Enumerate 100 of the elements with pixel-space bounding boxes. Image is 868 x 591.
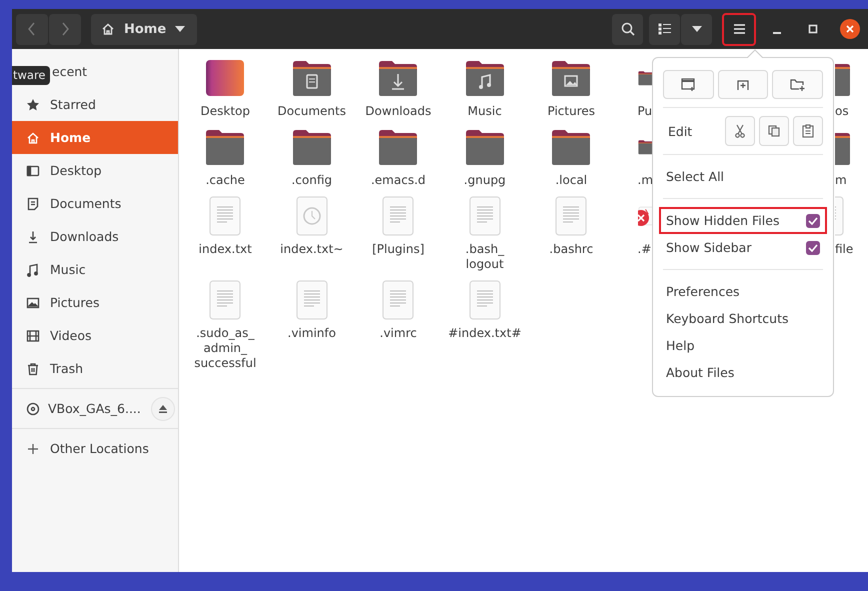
trash-icon xyxy=(26,362,40,376)
desktop-icon xyxy=(26,164,40,178)
home-icon xyxy=(26,130,40,144)
folder-icon xyxy=(292,59,332,97)
checkbox[interactable] xyxy=(806,214,820,228)
sidebar-item[interactable]: Desktop xyxy=(12,154,178,187)
scissors-icon xyxy=(735,124,745,138)
sidebar-item[interactable]: Home xyxy=(12,121,178,154)
file-name[interactable]: .bash_ logout xyxy=(465,242,504,272)
file-name[interactable]: os xyxy=(835,104,868,119)
file-name[interactable]: Pu xyxy=(638,104,653,119)
home-icon xyxy=(101,22,115,36)
sidebar-item[interactable]: tware ecent xyxy=(12,55,178,88)
file-name[interactable]: .viminfo xyxy=(288,326,336,341)
close-button[interactable] xyxy=(840,19,860,39)
star-icon xyxy=(26,98,40,112)
text-file-icon xyxy=(468,280,502,320)
window-icon xyxy=(681,78,696,91)
file-name[interactable]: Desktop xyxy=(200,104,250,119)
menu-button[interactable] xyxy=(722,12,756,46)
folder-icon xyxy=(378,128,418,166)
sidebar-item[interactable]: Pictures xyxy=(12,286,178,319)
menu-item[interactable]: Preferences xyxy=(659,278,827,305)
text-file-icon xyxy=(381,196,416,236)
text-file-icon xyxy=(468,196,502,236)
paste-button[interactable] xyxy=(793,116,823,146)
dropdown-arrow-icon xyxy=(175,26,186,32)
sidebar-item[interactable]: Documents xyxy=(12,187,178,220)
file-name[interactable]: #index.txt# xyxy=(448,326,522,341)
copy-button[interactable] xyxy=(759,116,789,146)
file-name[interactable]: .# xyxy=(638,242,653,257)
file-name[interactable]: .bashrc xyxy=(549,242,594,257)
text-file-icon xyxy=(208,196,242,236)
path-button[interactable]: Home xyxy=(91,14,198,44)
view-options-button[interactable] xyxy=(681,14,712,44)
file-name[interactable]: Pictures xyxy=(547,104,596,119)
close-icon xyxy=(846,25,854,33)
new-tab-button[interactable] xyxy=(718,70,768,99)
document-icon xyxy=(26,196,40,210)
tab-plus-icon xyxy=(736,78,750,90)
cut-button[interactable] xyxy=(725,116,755,146)
desktop-folder-icon xyxy=(205,59,246,97)
folder-icon xyxy=(464,59,505,97)
file-name[interactable]: .local xyxy=(555,173,588,188)
file-name[interactable]: .m xyxy=(638,173,653,188)
folder-icon xyxy=(551,59,592,97)
sidebar-item[interactable]: Downloads xyxy=(12,220,178,253)
sidebar-item[interactable]: Videos xyxy=(12,319,178,352)
file-name[interactable]: index.txt xyxy=(198,242,252,257)
checkbox[interactable] xyxy=(806,240,820,254)
disc-icon xyxy=(26,402,40,416)
menu-item[interactable]: About Files xyxy=(659,359,827,386)
file-name[interactable]: .gnupg xyxy=(464,173,506,188)
eject-icon xyxy=(158,404,167,412)
new-folder-button[interactable] xyxy=(772,70,824,99)
menu-item[interactable]: Show Hidden Files xyxy=(659,207,827,234)
sidebar-item[interactable]: Music xyxy=(12,253,178,286)
menu-item[interactable]: Keyboard Shortcuts xyxy=(659,305,827,332)
list-view-button[interactable] xyxy=(649,14,680,44)
folder-plus-icon xyxy=(790,78,806,90)
file-name[interactable]: index.txt~ xyxy=(280,242,344,257)
new-window-button[interactable] xyxy=(663,70,714,99)
folder-icon xyxy=(551,128,592,166)
text-file-icon xyxy=(381,280,416,320)
text-file-icon xyxy=(554,196,588,236)
file-name[interactable]: .emacs.d xyxy=(370,173,426,188)
sidebar-item[interactable]: Trash xyxy=(12,352,178,385)
file-name[interactable]: [Plugins] xyxy=(372,242,424,257)
chevron-left-icon xyxy=(28,22,36,36)
film-icon xyxy=(26,328,40,342)
text-file-icon xyxy=(294,280,329,320)
sidebar-item[interactable]: Other Locations xyxy=(12,432,178,465)
folder-icon xyxy=(292,128,332,166)
tooltip: tware xyxy=(12,66,50,85)
minimize-icon xyxy=(773,32,781,34)
clipboard-icon xyxy=(802,124,814,138)
search-button[interactable] xyxy=(612,14,643,44)
file-name[interactable]: m xyxy=(835,173,868,188)
clock-file-icon xyxy=(294,196,329,236)
file-name[interactable]: Documents xyxy=(278,104,346,119)
sidebar-item[interactable]: VBox_GAs_6.... xyxy=(12,392,178,425)
file-name[interactable]: .vimrc xyxy=(380,326,417,341)
menu-item[interactable]: Select All xyxy=(659,163,827,190)
edit-label: Edit xyxy=(668,124,692,138)
file-name[interactable]: .config xyxy=(291,173,332,188)
file-name[interactable]: Music xyxy=(468,104,502,119)
list-icon xyxy=(658,23,671,35)
eject-button[interactable] xyxy=(150,396,175,420)
text-file-icon xyxy=(208,280,242,320)
file-name[interactable]: file xyxy=(835,242,868,257)
menu-item[interactable]: Help xyxy=(659,332,827,359)
file-name[interactable]: .sudo_as_ admin_ successful xyxy=(194,326,256,371)
folder-icon xyxy=(464,128,505,166)
chevron-right-icon xyxy=(61,22,69,36)
menu-icon xyxy=(734,24,744,34)
file-name[interactable]: .cache xyxy=(206,173,245,188)
sidebar-item[interactable]: Starred xyxy=(12,88,178,121)
picture-icon xyxy=(26,296,40,310)
menu-item[interactable]: Show Sidebar xyxy=(659,234,827,261)
file-name[interactable]: Downloads xyxy=(365,104,432,119)
